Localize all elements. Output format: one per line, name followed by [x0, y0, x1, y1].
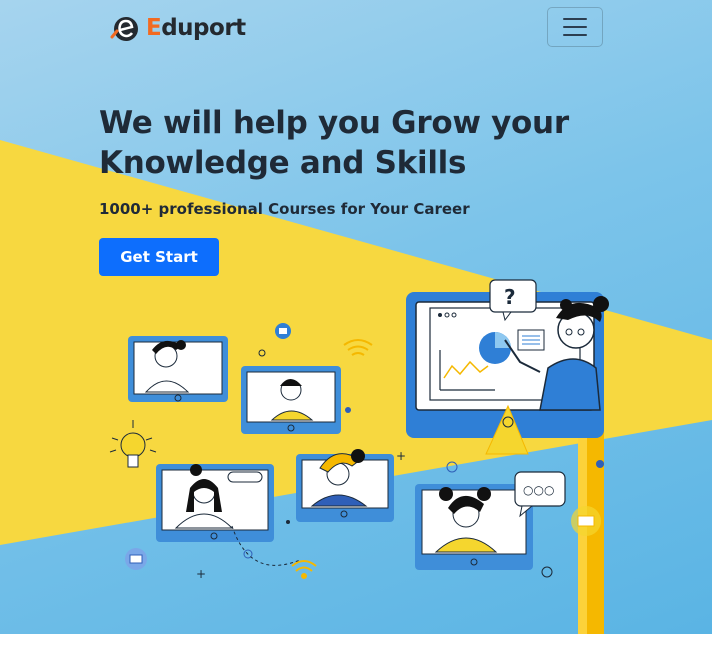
- hero-section: ? ○○○ + + Eduport We will help you Grow …: [0, 0, 712, 634]
- logo-e-icon: [110, 17, 138, 41]
- svg-text:?: ?: [504, 285, 516, 309]
- get-start-button[interactable]: Get Start: [99, 238, 219, 276]
- brand-logo[interactable]: Eduport: [110, 12, 246, 44]
- svg-text:○○○: ○○○: [523, 483, 554, 497]
- hero-headline-line-1: We will help you Grow your: [99, 105, 569, 141]
- hamburger-menu-icon: [563, 18, 587, 20]
- hero-subheadline: 1000+ professional Courses for Your Care…: [99, 200, 470, 218]
- chat-bubble: ○○○: [514, 471, 566, 518]
- svg-text:+: +: [396, 449, 406, 463]
- online-learning-illustration: ? ○○○ + +: [109, 279, 609, 634]
- brand-name: Eduport: [146, 15, 246, 41]
- video-call-screen-student-3: [156, 464, 274, 542]
- video-call-screen-student-1: [128, 336, 228, 402]
- svg-text:+: +: [196, 567, 206, 581]
- video-call-screen-student-4: [296, 449, 394, 522]
- hero-headline-line-2: Knowledge and Skills: [99, 145, 467, 181]
- lightbulb-icon: [109, 420, 157, 468]
- top-navbar: Eduport: [0, 0, 712, 56]
- navbar-toggle-button[interactable]: [547, 7, 603, 47]
- hero-headline: We will help you Grow your Knowledge and…: [99, 103, 579, 183]
- video-call-screen-student-2: [241, 366, 341, 434]
